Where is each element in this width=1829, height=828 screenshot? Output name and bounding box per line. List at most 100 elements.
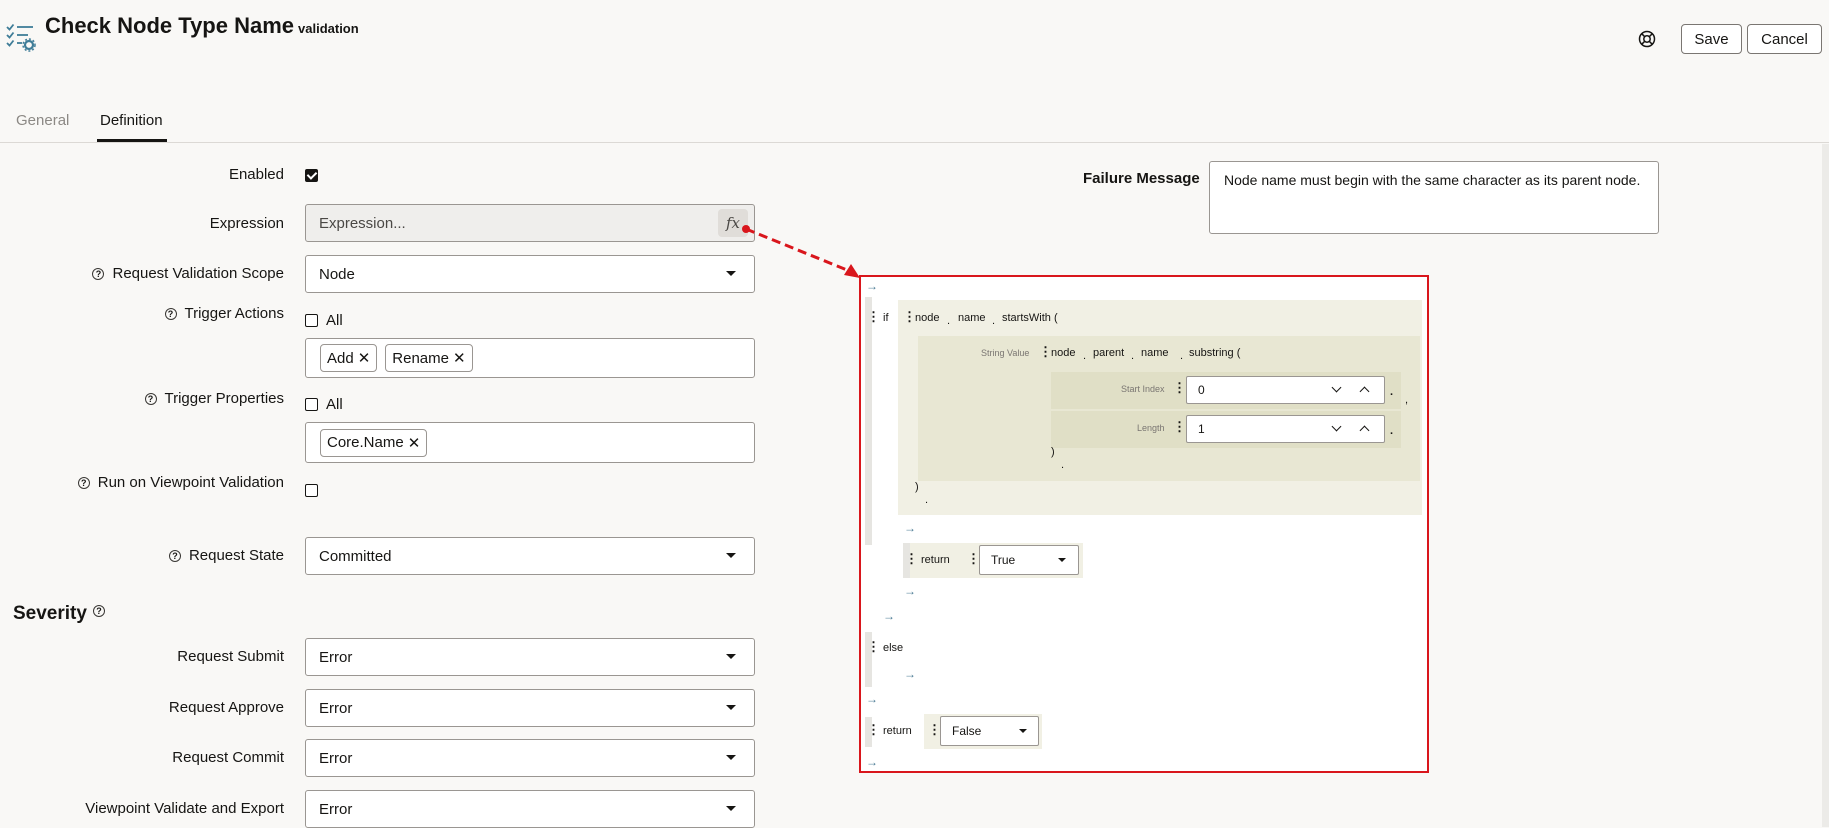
trigger-actions-all-checkbox[interactable] [305,314,318,327]
chevron-down-icon[interactable] [1331,382,1342,393]
return-true-select[interactable]: True [979,545,1079,575]
expr-dot: . [1083,350,1087,362]
insert-arrow-icon[interactable]: → [866,692,878,706]
help-icon[interactable]: ? [144,392,157,405]
tab-definition[interactable]: Definition [100,112,163,129]
help-icon[interactable]: ? [168,549,181,562]
return-true-value: True [991,553,1016,567]
page-subtitle: validation [298,21,359,36]
insert-arrow-icon[interactable]: → [866,755,878,769]
request-submit-select[interactable]: Error [305,638,755,676]
string-value-label: String Value [981,348,1030,358]
return-true-menu-icon[interactable]: ⋮ [905,551,918,567]
expr-dot: . [1390,386,1394,398]
start-index-label: Start Index [1121,384,1165,394]
expr-name-2[interactable]: name [1141,347,1169,359]
expr-node[interactable]: node [915,312,939,324]
trigger-actions-label: ? Trigger Actions [164,305,284,322]
trigger-properties-label-text: Trigger Properties [164,390,285,407]
cancel-button[interactable]: Cancel [1747,24,1822,54]
dropdown-caret-icon [726,553,736,558]
failure-message-textarea[interactable]: Node name must begin with the same chara… [1209,161,1659,234]
close-paren: ) [915,481,919,493]
insert-arrow-icon[interactable]: → [904,521,916,535]
request-approve-label: Request Approve [169,699,284,716]
viewpoint-validation-label: ? Run on Viewpoint Validation [77,474,284,491]
chip-rename: Rename ✕ [385,344,473,372]
scope-select[interactable]: Node [305,255,755,293]
scrollbar[interactable] [1822,144,1829,827]
save-button[interactable]: Save [1681,24,1742,54]
expr-parent[interactable]: parent [1093,347,1124,359]
severity-heading-text: Severity [13,603,87,624]
viewpoint-validation-label-text: Run on Viewpoint Validation [97,474,284,491]
chevron-up-icon[interactable] [1359,425,1370,436]
expr-substring[interactable]: substring ( [1189,347,1240,359]
failure-message-label: Failure Message [1083,170,1200,187]
enabled-checkbox[interactable] [305,169,318,182]
chip-core-name: Core.Name ✕ [320,428,428,457]
expression-label: Expression [210,215,284,232]
tab-general[interactable]: General [16,112,69,129]
insert-arrow-icon[interactable]: → [904,667,916,681]
return-false-menu-icon[interactable]: ⋮ [867,722,880,738]
scope-label: ? Request Validation Scope [92,265,284,282]
trigger-actions-all-label: All [326,312,343,329]
help-icon[interactable]: ? [92,605,105,617]
trigger-properties-input[interactable]: Core.Name ✕ [305,422,755,463]
remove-chip-icon[interactable]: ✕ [358,349,371,367]
request-approve-select[interactable]: Error [305,689,755,727]
else-menu-icon[interactable]: ⋮ [867,639,880,655]
chevron-down-icon[interactable] [1331,421,1342,432]
remove-chip-icon[interactable]: ✕ [408,434,421,452]
page-title-text: Check Node Type Name [45,13,295,38]
length-menu-icon[interactable]: ⋮ [1173,419,1186,435]
if-gutter [865,297,872,545]
expr-comma: , [1405,394,1409,406]
viewpoint-validation-checkbox[interactable] [305,484,318,497]
dropdown-caret-icon [726,806,736,811]
expr-dot: . [1061,459,1065,471]
close-paren: ) [1051,446,1055,458]
viewpoint-export-select[interactable]: Error [305,790,755,828]
return-keyword: return [921,554,950,566]
dropdown-caret-icon [726,755,736,760]
viewpoint-export-label: Viewpoint Validate and Export [85,800,284,817]
length-stepper[interactable]: 1 [1186,415,1385,443]
start-index-stepper[interactable]: 0 [1186,376,1385,404]
help-icon[interactable]: ? [164,307,177,320]
trigger-actions-input[interactable]: Add ✕ Rename ✕ [305,338,755,378]
return-false-select[interactable]: False [940,716,1039,746]
insert-arrow-icon[interactable]: → [883,609,895,623]
request-submit-label: Request Submit [177,648,284,665]
insert-arrow-icon[interactable]: → [866,279,878,293]
help-lifebuoy-icon[interactable] [1636,28,1658,50]
fx-icon: fx [725,214,740,232]
trigger-properties-all[interactable]: All [305,396,343,413]
request-approve-value: Error [319,699,353,717]
start-index-menu-icon[interactable]: ⋮ [1173,380,1186,396]
trigger-actions-all[interactable]: All [305,312,343,329]
expression-field[interactable]: Expression... fx [305,204,755,242]
expr-startswith[interactable]: startsWith ( [1002,312,1058,324]
insert-arrow-icon[interactable]: → [904,584,916,598]
expr-name[interactable]: name [958,312,986,324]
expression-label-text: Expression [209,215,284,232]
trigger-properties-label: ? Trigger Properties [144,390,285,407]
chip-add: Add ✕ [320,344,378,372]
expr-node-2[interactable]: node [1051,347,1075,359]
else-keyword: else [883,642,904,654]
request-submit-label-text: Request Submit [177,648,284,665]
trigger-properties-all-checkbox[interactable] [305,398,318,411]
request-commit-select[interactable]: Error [305,739,755,777]
dropdown-caret-icon [726,654,736,659]
request-state-select[interactable]: Committed [305,537,755,575]
help-icon[interactable]: ? [77,476,90,489]
chevron-up-icon[interactable] [1359,386,1370,397]
request-state-label: ? Request State [168,547,284,564]
help-icon[interactable]: ? [92,267,105,280]
request-commit-label-text: Request Commit [172,749,284,766]
if-menu-icon[interactable]: ⋮ [867,309,880,325]
length-value: 1 [1198,422,1205,436]
remove-chip-icon[interactable]: ✕ [453,349,466,367]
